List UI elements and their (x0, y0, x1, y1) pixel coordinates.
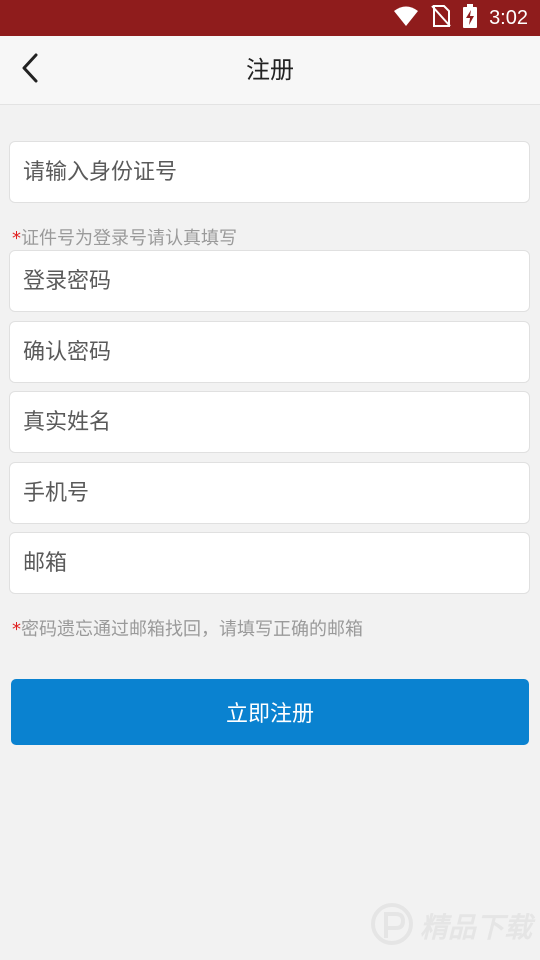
email-input[interactable] (10, 533, 529, 593)
register-button[interactable]: 立即注册 (11, 679, 529, 745)
watermark-text: 精品下载 (419, 911, 532, 944)
password-field[interactable] (9, 250, 530, 312)
required-mark: * (12, 619, 21, 640)
phone-input[interactable] (10, 463, 529, 523)
phone-field[interactable] (9, 462, 530, 524)
watermark-logo-icon (370, 902, 414, 950)
app-bar: 注册 (0, 36, 540, 105)
id-number-field[interactable] (9, 141, 530, 203)
id-number-input[interactable] (10, 142, 529, 202)
real-name-input[interactable] (10, 392, 529, 452)
status-time: 3:02 (489, 6, 528, 29)
id-hint-text: 证件号为登录号请认真填写 (21, 228, 237, 249)
email-field[interactable] (9, 532, 530, 594)
real-name-field[interactable] (9, 391, 530, 453)
password-input[interactable] (10, 251, 529, 311)
battery-charging-icon (463, 4, 478, 32)
chevron-left-icon (20, 52, 40, 88)
id-hint: *证件号为登录号请认真填写 (12, 224, 237, 250)
no-sim-icon (431, 4, 451, 32)
status-icons: 3:02 (393, 0, 528, 36)
confirm-password-input[interactable] (10, 322, 529, 382)
confirm-password-field[interactable] (9, 321, 530, 383)
watermark: 精品下载 (370, 902, 532, 950)
back-button[interactable] (10, 48, 50, 92)
email-hint: *密码遗忘通过邮箱找回，请填写正确的邮箱 (12, 615, 363, 641)
status-bar: 3:02 (0, 0, 540, 36)
page-title: 注册 (246, 56, 294, 84)
email-hint-text: 密码遗忘通过邮箱找回，请填写正确的邮箱 (21, 619, 363, 640)
required-mark: * (12, 228, 21, 249)
wifi-icon (393, 5, 419, 31)
